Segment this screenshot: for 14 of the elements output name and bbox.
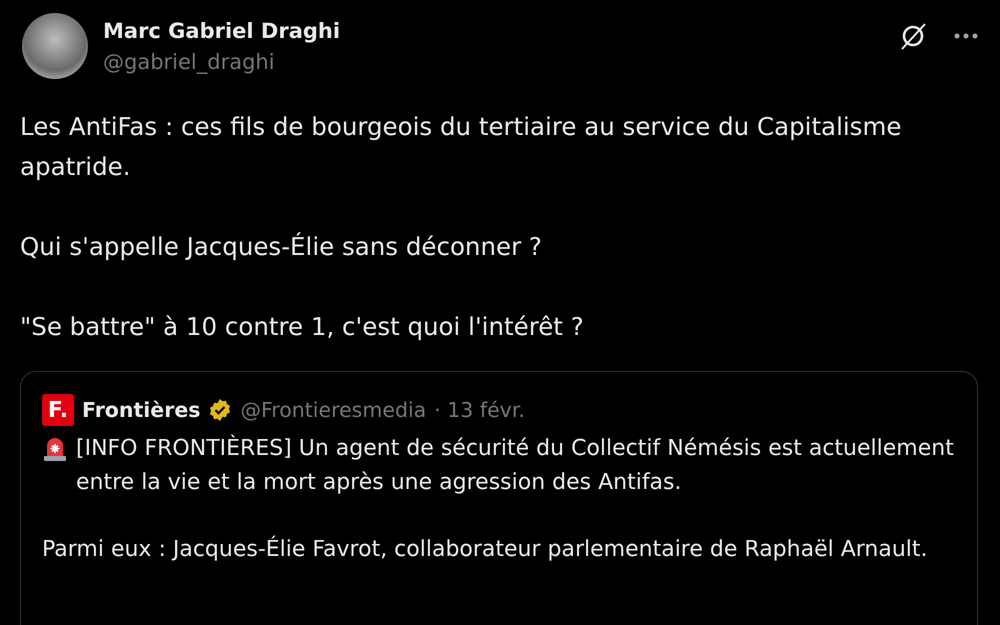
tweet-text: Qui s'appelle Jacques-Élie sans déconner ?	[20, 231, 543, 263]
quoted-tweet-text: Parmi eux : Jacques-Élie Favrot, collaborateur parlementaire de Raphaël Arnault.	[42, 534, 928, 564]
more-options-icon[interactable]	[954, 33, 978, 39]
quoted-author-handle[interactable]: @Frontieresmedia	[240, 398, 426, 422]
quoted-tweet-card[interactable]	[20, 371, 978, 625]
quoted-author-name[interactable]: Frontières	[82, 398, 200, 422]
quoted-tweet-text: [INFO FRONTIÈRES] Un agent de sécurité du Collectif Némésis est actuellement entre la vie et la mort après une agression des Antifas.	[76, 434, 955, 497]
siren-icon	[42, 436, 68, 462]
quoted-date[interactable]: · 13 févr.	[434, 398, 525, 422]
author-name[interactable]: Marc Gabriel Draghi	[103, 16, 340, 46]
author-handle[interactable]: @gabriel_draghi	[103, 46, 340, 78]
tweet-text: "Se battre" à 10 contre 1, c'est quoi l'intérêt ?	[20, 311, 585, 343]
brand-logo[interactable]: F.	[42, 394, 74, 426]
tweet-text: Les AntiFas : ces fils de bourgeois du tertiaire au service du Capitalisme apatride.	[20, 111, 902, 183]
